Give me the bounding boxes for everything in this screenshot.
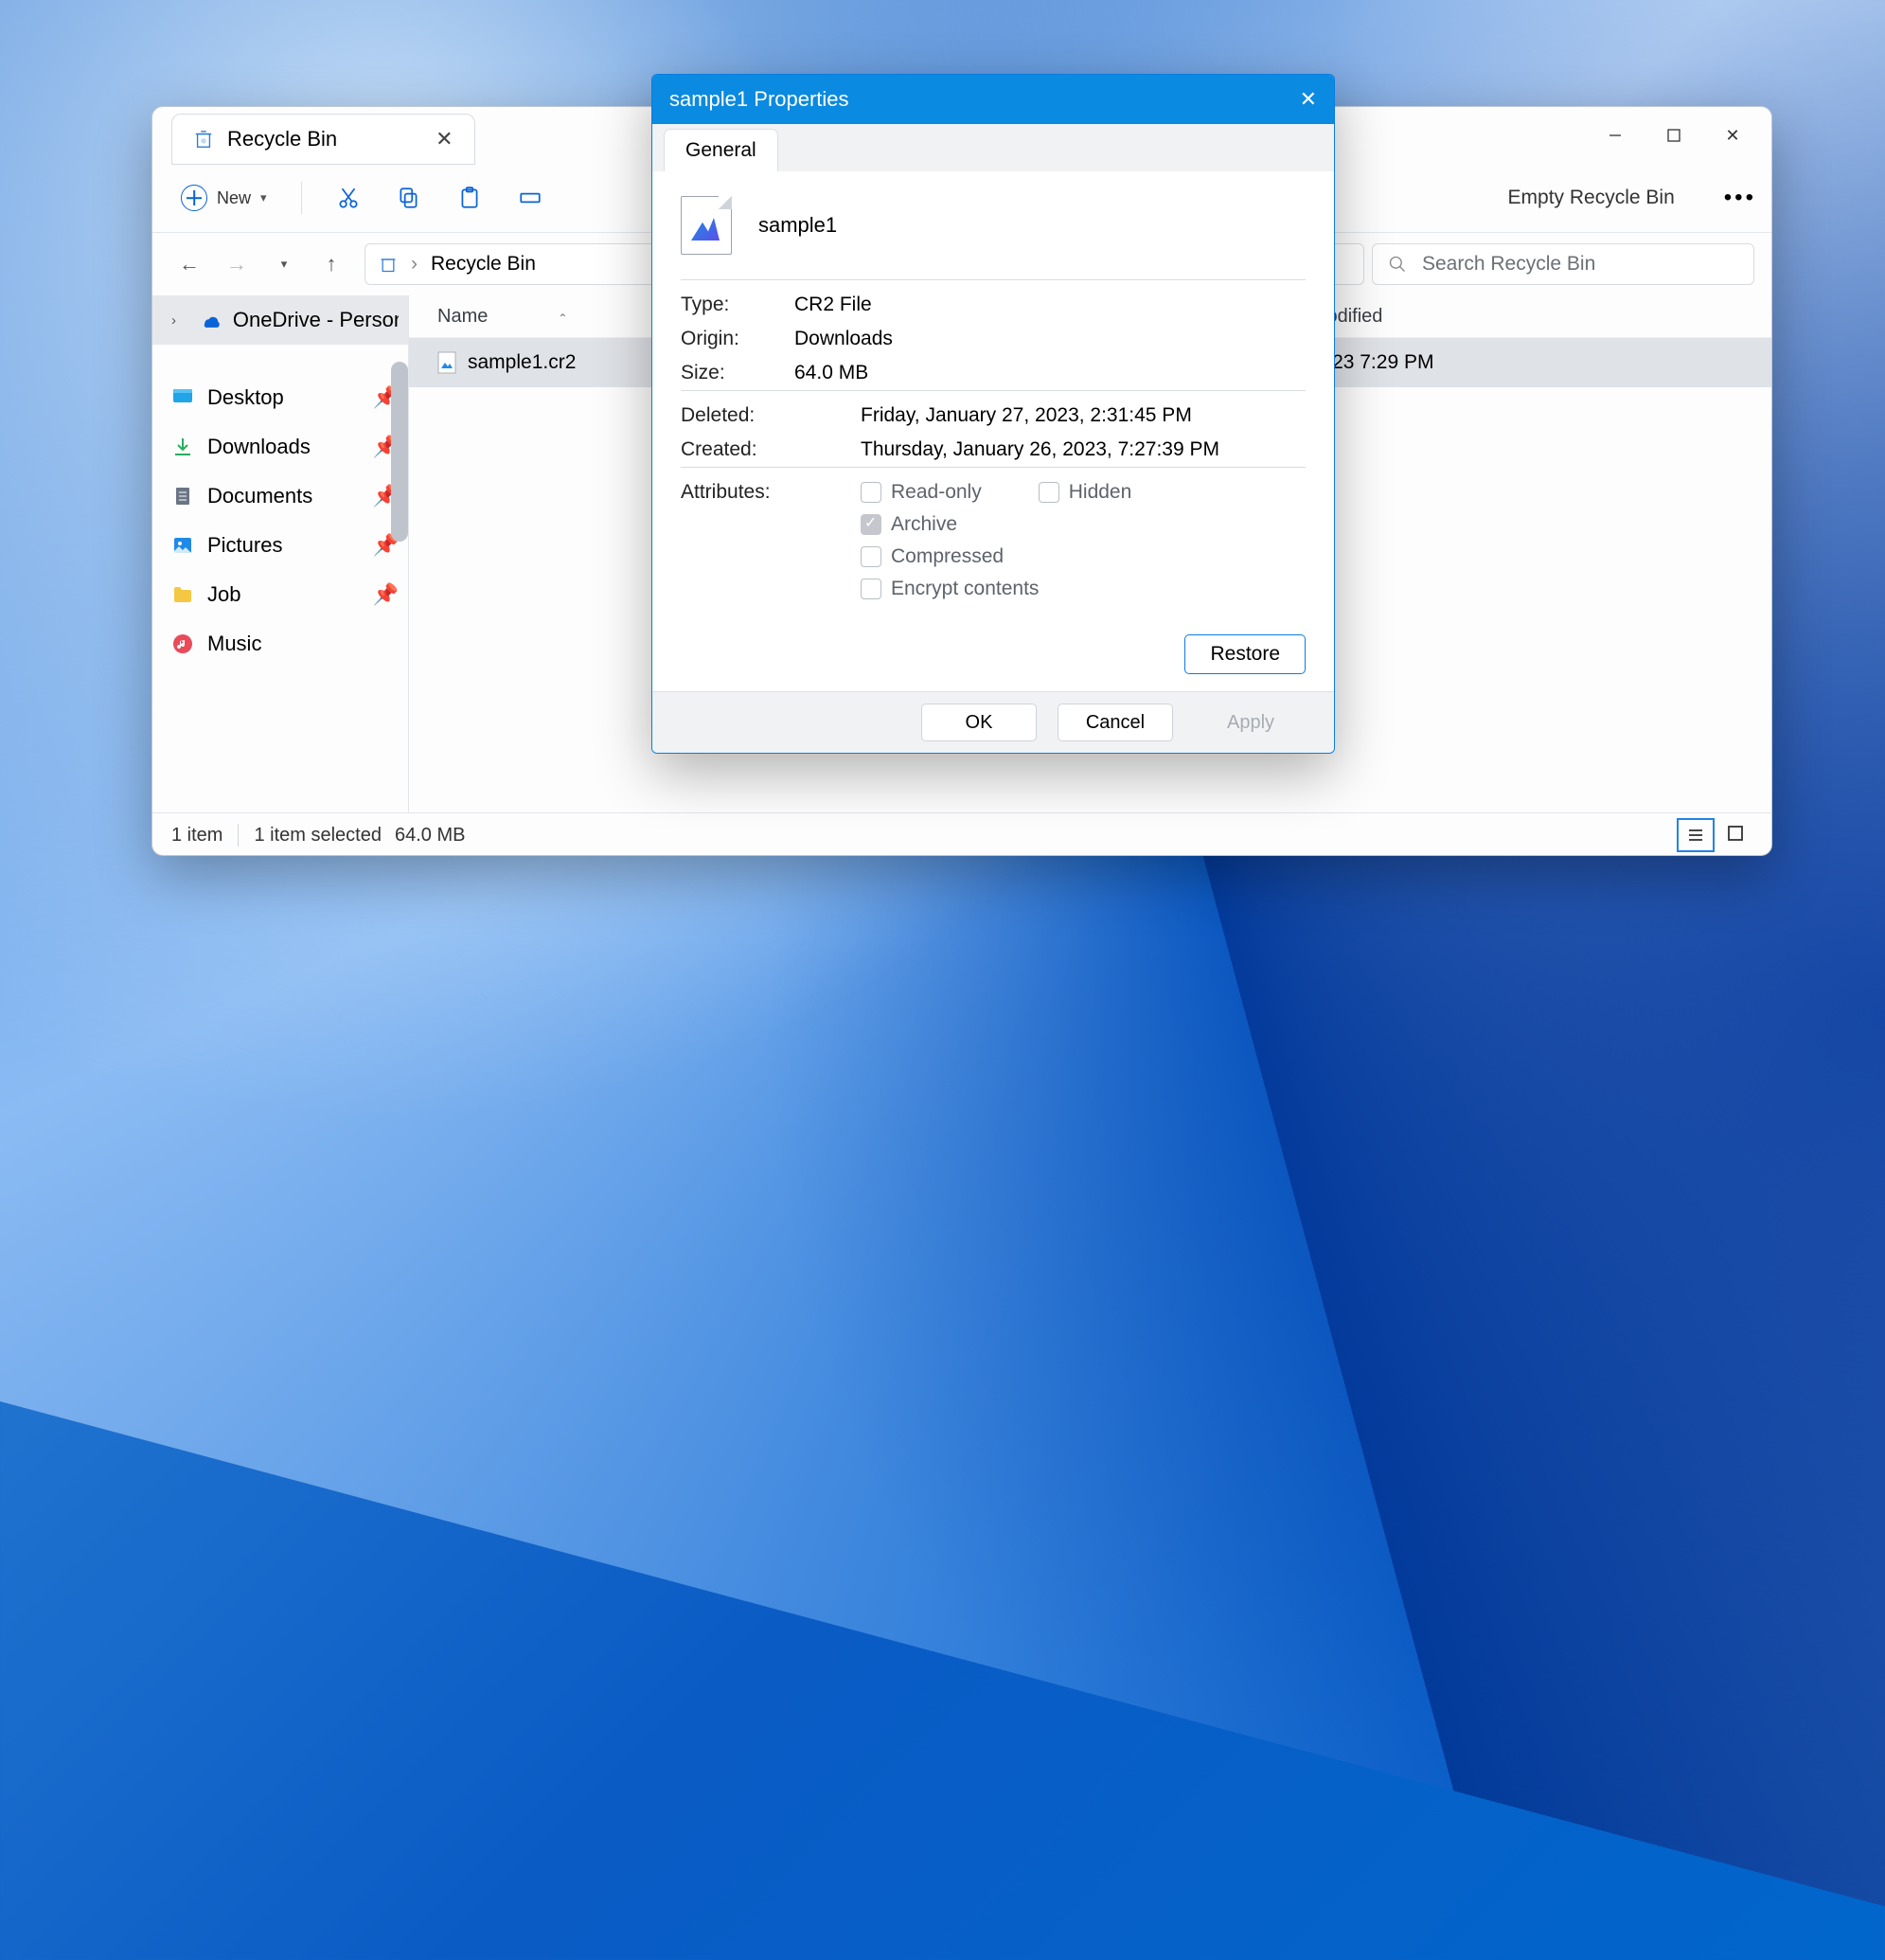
maximize-button[interactable] — [1645, 115, 1703, 156]
tab-general[interactable]: General — [664, 129, 778, 171]
compressed-checkbox[interactable]: Compressed — [861, 545, 1306, 568]
dialog-title: sample1 Properties — [669, 87, 849, 112]
document-icon — [171, 485, 194, 508]
restore-button[interactable]: Restore — [1184, 634, 1306, 674]
cut-button[interactable] — [323, 177, 374, 219]
created-label: Created: — [681, 438, 861, 461]
sidebar: › OneDrive - Personal Desktop📌 Downloads… — [152, 295, 409, 812]
dialog-titlebar: sample1 Properties ✕ — [652, 75, 1334, 124]
chevron-down-icon: ▾ — [260, 190, 267, 205]
window-tab[interactable]: Recycle Bin ✕ — [171, 114, 475, 165]
copy-button[interactable] — [383, 177, 435, 219]
sidebar-item-label: OneDrive - Personal — [233, 308, 399, 332]
sidebar-item-music[interactable]: Music — [152, 619, 408, 668]
file-thumbnail-icon — [681, 196, 732, 255]
sidebar-item-onedrive[interactable]: › OneDrive - Personal — [152, 295, 408, 345]
paste-button[interactable] — [444, 177, 495, 219]
selected-size: 64.0 MB — [395, 825, 465, 846]
hidden-checkbox[interactable]: Hidden — [1039, 481, 1132, 504]
size-value: 64.0 MB — [794, 362, 1306, 384]
sidebar-item-downloads[interactable]: Downloads📌 — [152, 422, 408, 472]
tab-close-button[interactable]: ✕ — [436, 127, 453, 151]
dialog-close-button[interactable]: ✕ — [1300, 87, 1317, 112]
apply-button[interactable]: Apply — [1194, 704, 1307, 740]
file-icon — [437, 351, 456, 374]
cancel-button[interactable]: Cancel — [1058, 704, 1173, 741]
window-controls: ✕ — [1586, 115, 1762, 156]
origin-value: Downloads — [794, 328, 1306, 350]
download-icon — [171, 436, 194, 458]
search-placeholder: Search Recycle Bin — [1422, 253, 1595, 276]
new-button[interactable]: New ▾ — [168, 179, 280, 217]
empty-recycle-bin-button[interactable]: Empty Recycle Bin — [1497, 181, 1686, 215]
sidebar-item-label: Pictures — [207, 533, 282, 558]
dialog-footer: OK Cancel Apply — [652, 691, 1334, 753]
selected-count: 1 item selected — [254, 825, 382, 846]
attributes-label: Attributes: — [681, 481, 861, 600]
status-bar: 1 item 1 item selected 64.0 MB — [152, 812, 1771, 856]
sidebar-item-label: Downloads — [207, 435, 311, 459]
pin-icon: 📌 — [373, 582, 399, 607]
sidebar-item-label: Desktop — [207, 385, 284, 410]
item-count: 1 item — [171, 825, 222, 846]
file-name: sample1.cr2 — [468, 351, 576, 374]
minimize-button[interactable] — [1586, 115, 1645, 156]
type-label: Type: — [681, 294, 794, 316]
recycle-bin-icon — [193, 129, 214, 150]
chevron-right-icon: › — [171, 312, 187, 329]
properties-dialog: sample1 Properties ✕ General sample1 Typ… — [651, 74, 1335, 754]
origin-label: Origin: — [681, 328, 794, 350]
sidebar-item-job[interactable]: Job 📌 — [152, 570, 408, 619]
thumbnails-view-button[interactable] — [1718, 818, 1752, 848]
desktop-icon — [171, 386, 194, 409]
tab-title: Recycle Bin — [227, 127, 337, 151]
size-label: Size: — [681, 362, 794, 384]
sidebar-item-label: Documents — [207, 484, 312, 508]
search-icon — [1388, 255, 1407, 274]
deleted-value: Friday, January 27, 2023, 2:31:45 PM — [861, 404, 1306, 427]
new-label: New — [217, 188, 251, 208]
forward-button[interactable]: → — [217, 244, 257, 284]
more-button[interactable]: ••• — [1724, 185, 1756, 211]
pictures-icon — [171, 534, 194, 557]
archive-checkbox[interactable]: Archive — [861, 513, 1306, 536]
readonly-checkbox[interactable]: Read-only — [861, 481, 982, 504]
rename-button[interactable] — [505, 177, 556, 219]
close-button[interactable]: ✕ — [1703, 115, 1762, 156]
ok-button[interactable]: OK — [921, 704, 1037, 741]
created-value: Thursday, January 26, 2023, 7:27:39 PM — [861, 438, 1306, 461]
file-name: sample1 — [758, 213, 837, 238]
up-button[interactable]: ↑ — [311, 244, 351, 284]
details-view-button[interactable] — [1677, 818, 1715, 852]
breadcrumb-item[interactable]: Recycle Bin — [431, 253, 536, 276]
sort-asc-icon: ⌃ — [558, 312, 567, 325]
type-value: CR2 File — [794, 294, 1306, 316]
sidebar-item-label: Job — [207, 582, 240, 607]
back-button[interactable]: ← — [169, 244, 209, 284]
sidebar-item-pictures[interactable]: Pictures📌 — [152, 521, 408, 570]
sidebar-scrollbar[interactable] — [391, 362, 408, 542]
folder-icon — [171, 583, 194, 606]
deleted-label: Deleted: — [681, 404, 861, 427]
recycle-bin-icon — [379, 255, 398, 274]
recent-button[interactable]: ▾ — [264, 244, 304, 284]
music-icon — [171, 633, 194, 655]
dialog-tabs: General — [652, 124, 1334, 171]
sidebar-item-label: Music — [207, 632, 261, 656]
plus-icon — [181, 185, 207, 211]
sidebar-item-desktop[interactable]: Desktop📌 — [152, 373, 408, 422]
onedrive-icon — [200, 309, 220, 331]
sidebar-item-documents[interactable]: Documents📌 — [152, 472, 408, 521]
search-input[interactable]: Search Recycle Bin — [1372, 243, 1754, 285]
encrypt-checkbox[interactable]: Encrypt contents — [861, 578, 1306, 600]
